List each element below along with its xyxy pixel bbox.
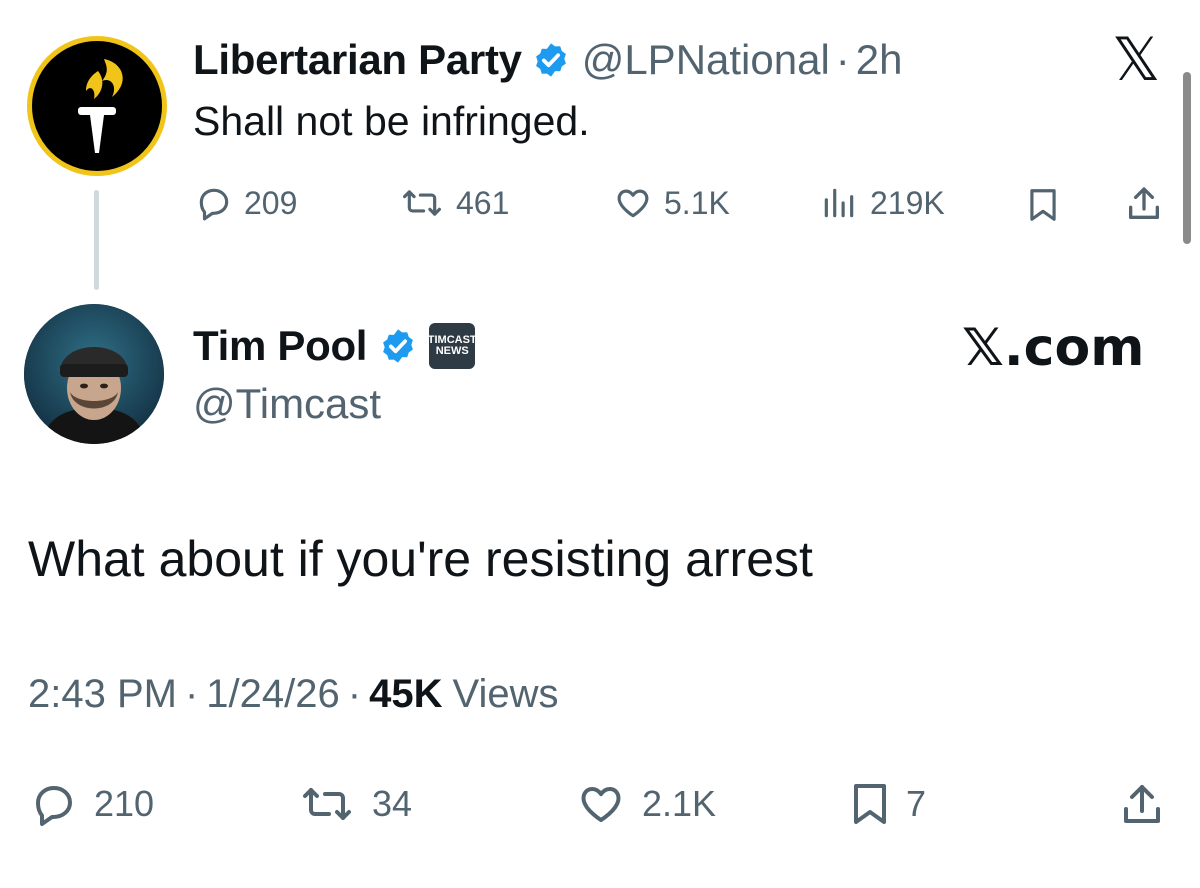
- separator-dot: ·: [835, 36, 850, 83]
- like-action[interactable]: 2.1K: [574, 780, 716, 828]
- profile-photo-icon: [24, 304, 164, 444]
- reply-action[interactable]: 210: [28, 780, 154, 828]
- reply-count: 210: [94, 783, 155, 824]
- parent-tweet-text: Shall not be infringed.: [193, 98, 590, 144]
- tweet-meta: 2:43 PM · 1/24/26 · 45K Views: [28, 672, 558, 717]
- like-action[interactable]: 5.1K: [612, 184, 730, 222]
- share-icon: [1129, 187, 1159, 219]
- share-icon: [1124, 785, 1160, 823]
- share-button[interactable]: [1118, 780, 1166, 835]
- separator-dot: ·: [184, 672, 199, 716]
- author-name[interactable]: Tim Pool: [193, 322, 367, 370]
- bookmark-icon: [1030, 189, 1056, 221]
- reply-action[interactable]: 209: [194, 184, 297, 222]
- torch-logo-icon: [78, 59, 123, 153]
- bookmark-icon: [854, 784, 886, 824]
- reply-tweet-header: Tim Pool TIMCAST NEWS: [193, 318, 477, 374]
- repost-icon: [403, 190, 441, 216]
- reply-count: 209: [244, 184, 298, 221]
- avatar-libertarian-party[interactable]: [27, 36, 167, 176]
- repost-count: 34: [372, 783, 413, 824]
- badge-line-2: NEWS: [435, 345, 469, 357]
- reply-icon: [36, 786, 72, 826]
- author-handle[interactable]: @Timcast: [193, 380, 381, 428]
- heart-icon: [581, 787, 621, 822]
- reply-tweet-text: What about if you're resisting arrest: [28, 531, 813, 587]
- timcast-news-badge[interactable]: TIMCAST NEWS: [428, 323, 477, 369]
- repost-action[interactable]: 34: [296, 780, 412, 828]
- verified-badge-icon: [383, 329, 414, 363]
- like-count: 5.1K: [664, 184, 730, 221]
- thread-connector-line: [94, 190, 99, 290]
- views-chart-icon: [824, 188, 854, 218]
- heart-icon: [617, 189, 649, 218]
- x-logo-icon: 𝕏: [1112, 25, 1161, 95]
- reply-icon: [199, 188, 229, 221]
- x-com-watermark: 𝕏.com: [962, 318, 1145, 378]
- bookmark-action[interactable]: 7: [848, 780, 926, 828]
- tweet-time[interactable]: 2:43 PM: [28, 672, 177, 717]
- share-button[interactable]: [1124, 184, 1164, 229]
- repost-icon: [303, 788, 351, 820]
- view-count: 219K: [870, 184, 945, 221]
- tweet-time[interactable]: 2h: [856, 36, 903, 84]
- views-action[interactable]: 219K: [818, 184, 945, 222]
- bookmark-count: 7: [906, 783, 927, 824]
- views-count: 45K: [369, 672, 443, 716]
- views-label: Views: [452, 672, 559, 716]
- author-name[interactable]: Libertarian Party: [193, 36, 522, 84]
- verified-badge-icon: [535, 43, 566, 77]
- bookmark-button[interactable]: [1026, 186, 1060, 229]
- scrollbar[interactable]: [1183, 72, 1191, 244]
- tweet-date[interactable]: 1/24/26: [206, 672, 339, 717]
- repost-action[interactable]: 461: [398, 184, 509, 222]
- separator-dot: ·: [347, 672, 362, 716]
- parent-tweet-header: Libertarian Party @LPNational · 2h: [193, 32, 903, 88]
- repost-count: 461: [456, 184, 510, 221]
- avatar-tim-pool[interactable]: [24, 304, 164, 444]
- like-count: 2.1K: [642, 783, 717, 824]
- author-handle[interactable]: @LPNational: [582, 36, 830, 84]
